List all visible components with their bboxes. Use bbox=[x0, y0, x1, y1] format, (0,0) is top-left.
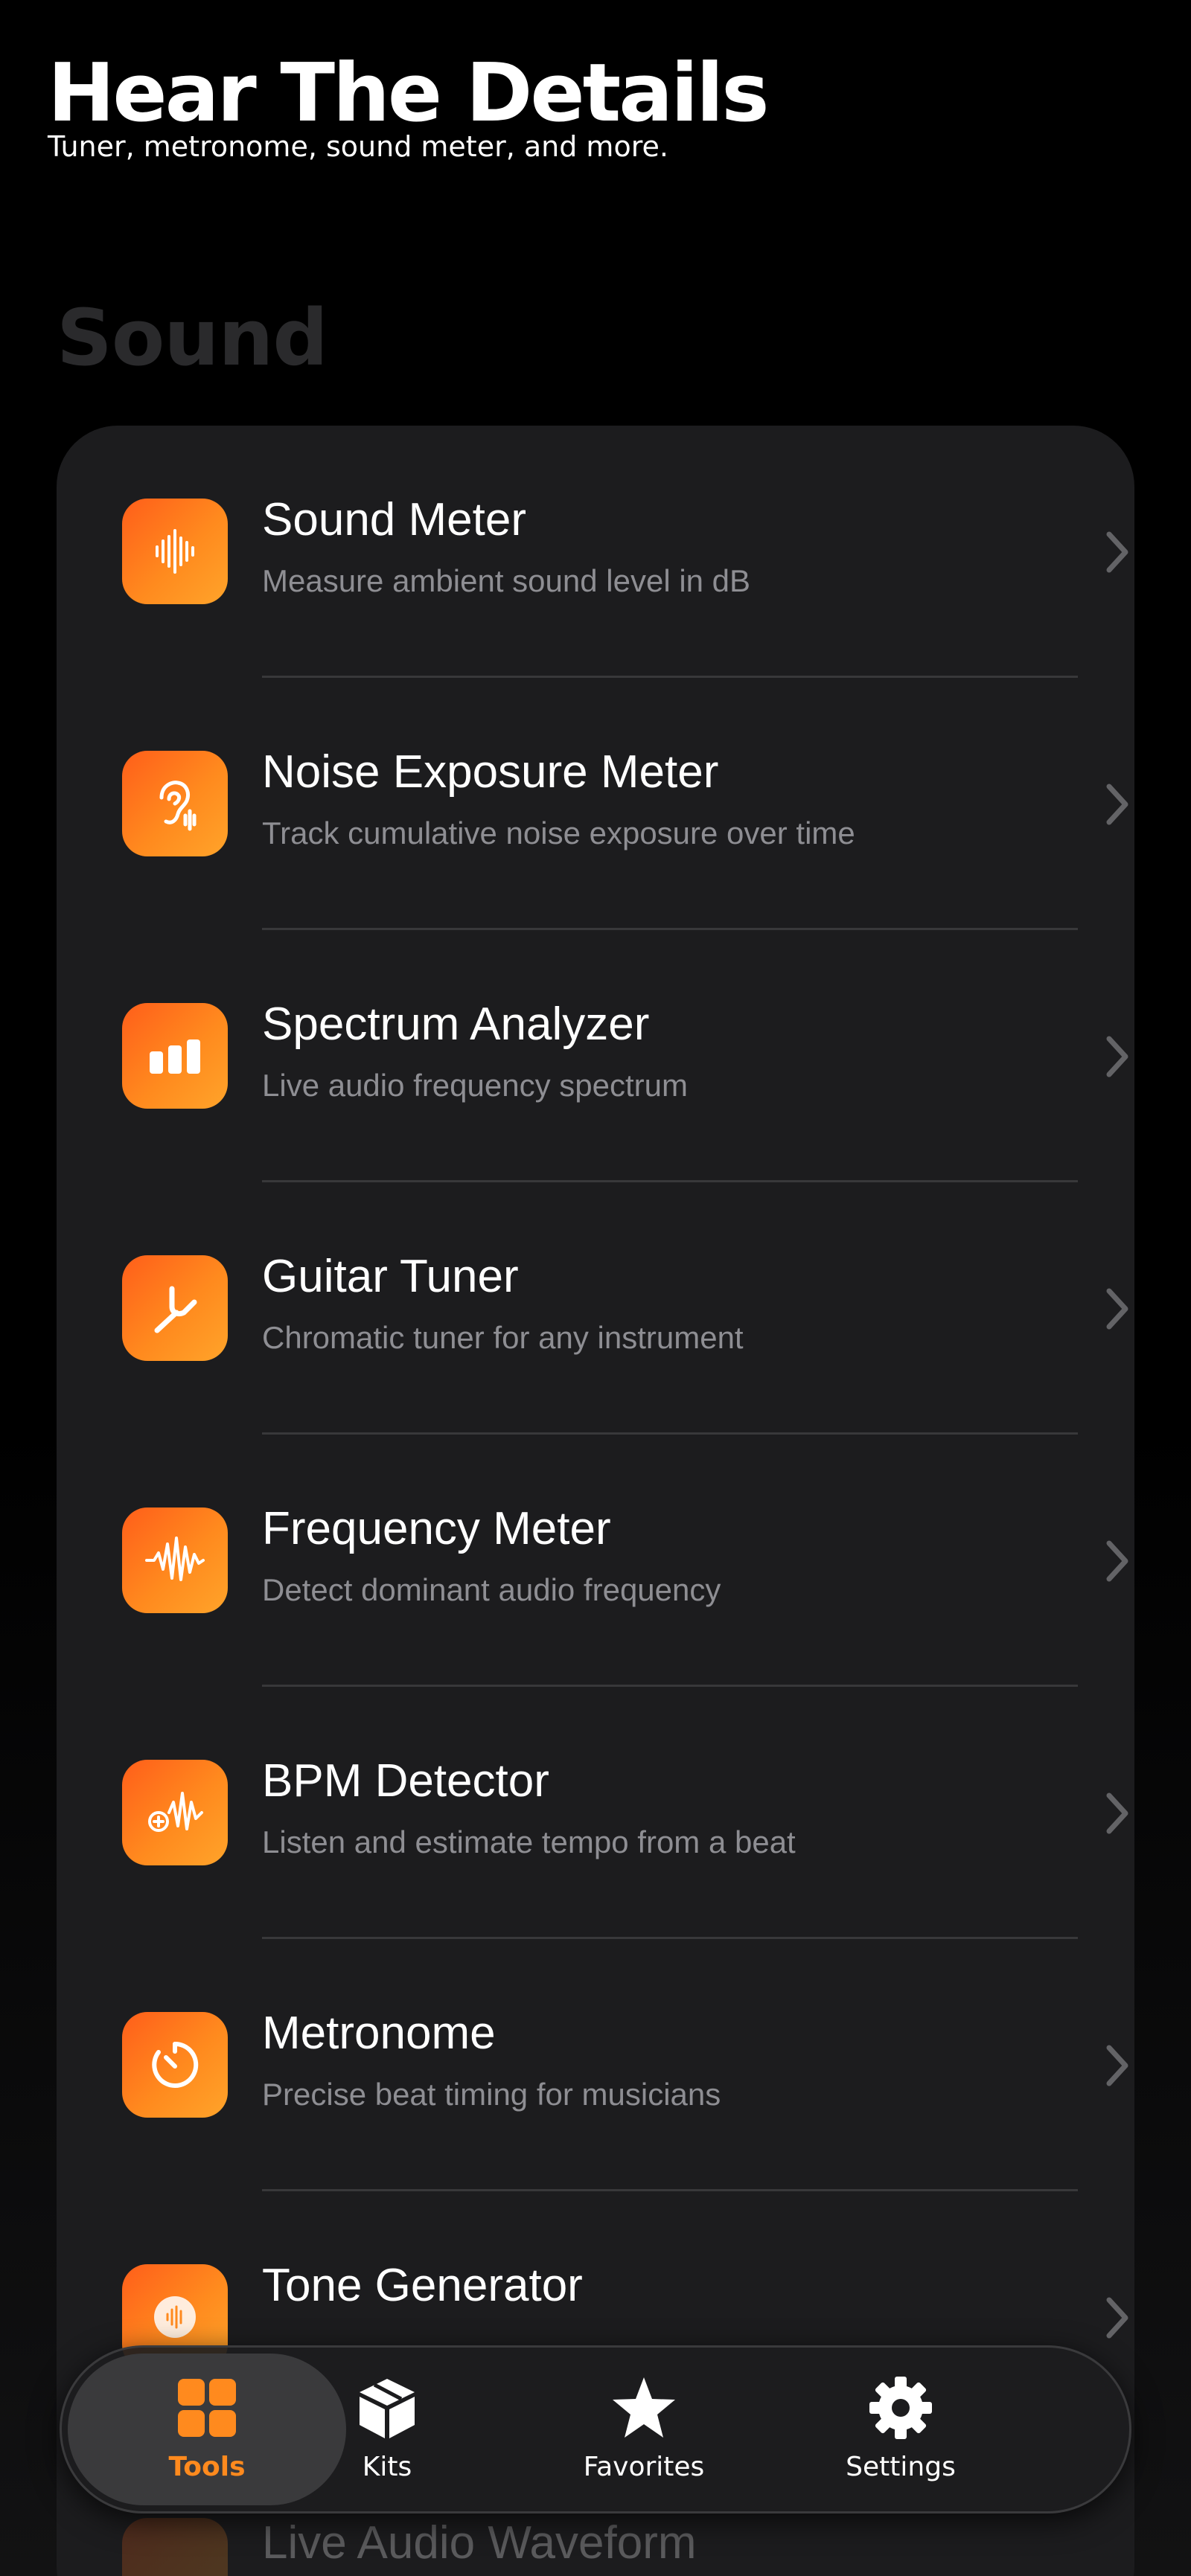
app-title: Hear The Details bbox=[48, 47, 770, 140]
gear-icon bbox=[869, 2377, 932, 2439]
chevron-right-icon bbox=[1106, 2297, 1128, 2339]
tab-favorites[interactable]: Favorites bbox=[505, 2354, 783, 2505]
tab-label: Favorites bbox=[583, 2452, 705, 2482]
tool-description: Listen and estimate tempo from a beat bbox=[262, 1824, 796, 1859]
tool-title: Noise Exposure Meter bbox=[262, 746, 719, 798]
tool-description: Detect dominant audio frequency bbox=[262, 1572, 721, 1607]
tool-description: Measure ambient sound level in dB bbox=[262, 563, 751, 598]
tool-title: Tone Generator bbox=[262, 2260, 583, 2311]
tool-description: Chromatic tuner for any instrument bbox=[262, 1320, 744, 1355]
chevron-right-icon bbox=[1106, 1036, 1128, 1077]
chevron-right-icon bbox=[1106, 1540, 1128, 1582]
waveform-icon bbox=[122, 499, 228, 604]
timer-icon bbox=[122, 2012, 228, 2118]
chevron-right-icon bbox=[1106, 1792, 1128, 1834]
tool-row-sound-meter[interactable]: Sound Meter Measure ambient sound level … bbox=[57, 426, 1134, 678]
tab-label: Tools bbox=[168, 2452, 246, 2482]
chevron-right-icon bbox=[1106, 784, 1128, 825]
star-icon bbox=[613, 2377, 675, 2438]
tool-title: Guitar Tuner bbox=[262, 1251, 519, 1302]
tab-settings[interactable]: Settings bbox=[761, 2354, 1040, 2505]
tab-label: Settings bbox=[846, 2452, 956, 2482]
tool-description: Live audio frequency spectrum bbox=[262, 1068, 688, 1103]
ear-icon bbox=[122, 751, 228, 856]
tab-label: Kits bbox=[362, 2452, 412, 2482]
section-heading: Sound bbox=[57, 292, 328, 383]
frequency-wave-icon bbox=[122, 1508, 228, 1613]
tool-row-spectrum-analyzer[interactable]: Spectrum Analyzer Live audio frequency s… bbox=[57, 930, 1134, 1182]
tool-row-frequency-meter[interactable]: Frequency Meter Detect dominant audio fr… bbox=[57, 1435, 1134, 1687]
waveform-plus-icon bbox=[122, 1760, 228, 1865]
tool-title-live-audio-waveform[interactable]: Live Audio Waveform bbox=[262, 2516, 697, 2569]
tool-row-bpm-detector[interactable]: BPM Detector Listen and estimate tempo f… bbox=[57, 1687, 1134, 1939]
tab-kits[interactable]: Kits bbox=[248, 2354, 526, 2505]
tuning-fork-icon bbox=[122, 1255, 228, 1361]
tab-bar: Tools Kits Favorites Settings bbox=[60, 2345, 1131, 2513]
chevron-right-icon bbox=[1106, 531, 1128, 573]
tool-title: BPM Detector bbox=[262, 1755, 549, 1807]
tools-list: Sound Meter Measure ambient sound level … bbox=[57, 426, 1134, 2576]
tool-title: Spectrum Analyzer bbox=[262, 999, 650, 1050]
bars-icon bbox=[122, 1003, 228, 1109]
chevron-right-icon bbox=[1106, 1288, 1128, 1330]
grid-icon bbox=[178, 2379, 236, 2437]
waveform-icon bbox=[122, 2518, 228, 2576]
tool-title: Sound Meter bbox=[262, 494, 526, 545]
tool-row-guitar-tuner[interactable]: Guitar Tuner Chromatic tuner for any ins… bbox=[57, 1182, 1134, 1435]
app-subtitle: Tuner, metronome, sound meter, and more. bbox=[48, 130, 668, 163]
tool-title: Metronome bbox=[262, 2008, 496, 2059]
chevron-right-icon bbox=[1106, 2045, 1128, 2086]
tool-title: Frequency Meter bbox=[262, 1503, 611, 1554]
tool-description: Precise beat timing for musicians bbox=[262, 2077, 721, 2112]
tool-row-noise-exposure-meter[interactable]: Noise Exposure Meter Track cumulative no… bbox=[57, 678, 1134, 930]
tool-description: Track cumulative noise exposure over tim… bbox=[262, 816, 855, 850]
tool-row-metronome[interactable]: Metronome Precise beat timing for musici… bbox=[57, 1939, 1134, 2191]
box-icon bbox=[360, 2379, 415, 2438]
